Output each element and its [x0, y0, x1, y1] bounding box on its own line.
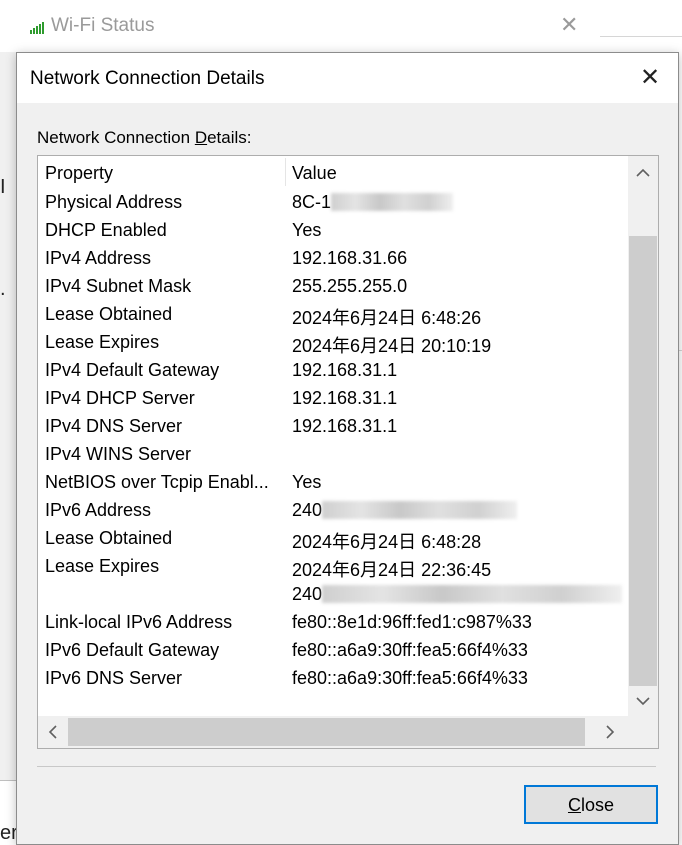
- background-text-fragment: .: [0, 278, 6, 300]
- list-row[interactable]: IPv4 Default Gateway 192.168.31.1: [38, 357, 628, 385]
- close-button-label: lose: [580, 795, 615, 815]
- property-cell: Link-local IPv6 Address: [45, 612, 233, 632]
- value-cell: 2024年6月24日 6:48:28: [292, 532, 482, 552]
- column-header-property[interactable]: Property: [45, 163, 113, 184]
- details-listview[interactable]: Property Value Physical Address 8C-1 DHCP…: [37, 155, 659, 749]
- value-cell: 8C-1: [292, 192, 454, 213]
- property-cell: IPv6 DNS Server: [45, 668, 183, 688]
- value-cell: 192.168.31.1: [292, 388, 398, 408]
- background-text-fragment: I: [0, 176, 6, 198]
- property-cell: IPv4 DNS Server: [45, 416, 183, 436]
- value-cell: 2024年6月24日 22:36:45: [292, 560, 492, 580]
- scroll-right-arrow-icon[interactable]: [595, 717, 625, 747]
- list-row[interactable]: Physical Address 8C-1: [38, 189, 628, 217]
- property-cell: IPv4 Default Gateway: [45, 360, 220, 380]
- list-row[interactable]: IPv4 WINS Server: [38, 441, 628, 469]
- list-row[interactable]: DHCP Enabled Yes: [38, 217, 628, 245]
- redacted-blur: [322, 585, 623, 603]
- value-cell: 240: [292, 500, 518, 521]
- list-row[interactable]: Lease Expires 2024年6月24日 20:10:19: [38, 329, 628, 357]
- value-cell: 2024年6月24日 6:48:26: [292, 308, 482, 328]
- property-cell: Lease Expires: [45, 332, 160, 352]
- value-cell: 2024年6月24日 20:10:19: [292, 336, 492, 356]
- dialog-separator: [37, 766, 656, 767]
- list-label: Network Connection Details:: [37, 128, 252, 148]
- network-connection-details-dialog: Network Connection Details ✕ Network Con…: [16, 52, 679, 845]
- list-row[interactable]: Lease Obtained 2024年6月24日 6:48:26: [38, 301, 628, 329]
- vertical-scroll-thumb[interactable]: [629, 236, 657, 686]
- value-cell: fe80::a6a9:30ff:fea5:66f4%33: [292, 668, 528, 688]
- vertical-scrollbar[interactable]: [628, 156, 658, 716]
- list-header: Property Value: [38, 156, 628, 188]
- list-row[interactable]: IPv6 Address 240: [38, 497, 628, 525]
- value-text: 8C-1: [292, 192, 332, 212]
- value-cell: Yes: [292, 220, 322, 240]
- dialog-titlebar[interactable]: Network Connection Details ✕: [17, 53, 678, 103]
- list-label-prefix: Network Connection: [37, 128, 195, 147]
- value-cell: 192.168.31.66: [292, 248, 408, 268]
- property-cell: DHCP Enabled: [45, 220, 167, 240]
- list-row[interactable]: IPv4 Address 192.168.31.66: [38, 245, 628, 273]
- close-button-mnemonic: C: [567, 795, 581, 815]
- property-cell: Lease Obtained: [45, 304, 173, 324]
- wifi-status-title: Wi-Fi Status: [51, 15, 155, 36]
- scroll-up-arrow-icon[interactable]: [628, 158, 658, 188]
- list-label-suffix: etails:: [207, 128, 252, 147]
- list-row[interactable]: IPv4 DNS Server 192.168.31.1: [38, 413, 628, 441]
- value-cell: fe80::8e1d:96ff:fed1:c987%33: [292, 612, 532, 632]
- list-row[interactable]: IPv4 Subnet Mask 255.255.255.0: [38, 273, 628, 301]
- value-cell: 192.168.31.1: [292, 416, 398, 436]
- redacted-blur: [322, 501, 518, 519]
- scroll-left-arrow-icon[interactable]: [38, 717, 68, 747]
- property-cell: IPv6 Default Gateway: [45, 640, 220, 660]
- value-text: 240: [292, 584, 323, 604]
- list-row[interactable]: 240: [38, 581, 628, 609]
- scroll-down-arrow-icon[interactable]: [628, 686, 658, 716]
- chevron-left-icon: [48, 725, 57, 739]
- value-cell: 192.168.31.1: [292, 360, 398, 380]
- value-text: 240: [292, 500, 323, 520]
- property-cell: IPv4 Subnet Mask: [45, 276, 192, 296]
- wifi-status-titlebar[interactable]: Wi-Fi Status ✕: [0, 0, 600, 52]
- list-row[interactable]: IPv4 DHCP Server 192.168.31.1: [38, 385, 628, 413]
- dialog-title: Network Connection Details: [30, 68, 265, 89]
- list-row[interactable]: Lease Expires 2024年6月24日 22:36:45: [38, 553, 628, 581]
- property-cell: IPv6 Address: [45, 500, 152, 520]
- property-cell: IPv4 DHCP Server: [45, 388, 195, 408]
- horizontal-scroll-thumb[interactable]: [68, 718, 585, 746]
- value-cell: Yes: [292, 472, 322, 492]
- list-row[interactable]: NetBIOS over Tcpip Enabl... Yes: [38, 469, 628, 497]
- close-icon[interactable]: ✕: [637, 65, 663, 91]
- background-divider: [600, 36, 682, 37]
- property-cell: NetBIOS over Tcpip Enabl...: [45, 472, 269, 492]
- scrollbar-corner: [628, 716, 658, 748]
- property-cell: IPv4 Address: [45, 248, 152, 268]
- list-row[interactable]: Link-local IPv6 Address fe80::8e1d:96ff:f…: [38, 609, 628, 637]
- list-row[interactable]: IPv6 DNS Server fe80::a6a9:30ff:fea5:66f4…: [38, 665, 628, 693]
- wifi-status-close-icon[interactable]: ✕: [560, 12, 578, 38]
- wifi-signal-icon: [30, 22, 44, 34]
- property-cell: Physical Address: [45, 192, 183, 212]
- column-header-value[interactable]: Value: [292, 163, 337, 184]
- list-row[interactable]: Lease Obtained 2024年6月24日 6:48:28: [38, 525, 628, 553]
- list-row[interactable]: IPv6 Default Gateway fe80::a6a9:30ff:fea5…: [38, 637, 628, 665]
- chevron-down-icon: [636, 697, 650, 706]
- column-divider[interactable]: [285, 158, 286, 186]
- close-button[interactable]: Close: [524, 785, 658, 824]
- value-cell: 240: [292, 584, 623, 605]
- property-cell: IPv4 WINS Server: [45, 444, 192, 464]
- list-label-mnemonic: D: [194, 128, 208, 147]
- horizontal-scrollbar[interactable]: [38, 716, 628, 748]
- property-cell: Lease Obtained: [45, 528, 173, 548]
- chevron-up-icon: [636, 168, 650, 177]
- value-cell: 255.255.255.0: [292, 276, 408, 296]
- chevron-right-icon: [606, 725, 615, 739]
- list-rows: Physical Address 8C-1 DHCP Enabled Yes IPv…: [38, 189, 628, 693]
- value-cell: fe80::a6a9:30ff:fea5:66f4%33: [292, 640, 528, 660]
- property-cell: Lease Expires: [45, 556, 160, 576]
- redacted-blur: [331, 193, 454, 211]
